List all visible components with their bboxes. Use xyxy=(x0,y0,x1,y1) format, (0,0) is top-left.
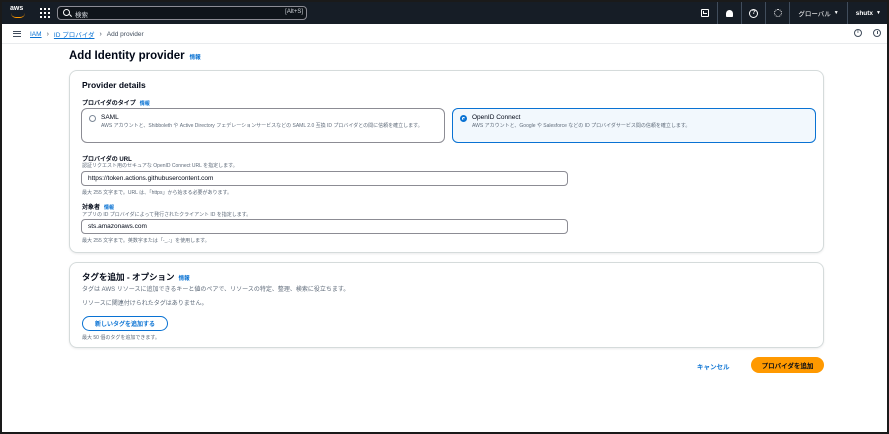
help-icon: ? xyxy=(749,8,759,18)
cloudshell-button[interactable] xyxy=(693,2,717,24)
provider-type-label: プロバイダのタイプ 情報 xyxy=(82,98,150,107)
cancel-button[interactable]: キャンセル xyxy=(697,361,730,371)
saml-description: AWS アカウントと、Shibboleth や Active Directory… xyxy=(101,123,423,129)
oidc-description: AWS アカウントと、Google や Salesforce などの ID プロ… xyxy=(472,123,691,129)
search-input[interactable]: 検索 xyxy=(75,9,88,19)
account-label: shutx xyxy=(855,9,874,17)
tags-description: タグは AWS リソースに追加できるキーと値のペアで、リソースの特定、整理、検索… xyxy=(82,287,350,293)
help-button[interactable]: ? xyxy=(741,2,765,24)
aws-logo[interactable]: aws xyxy=(10,5,28,21)
breadcrumb-iam[interactable]: IAM xyxy=(30,31,42,38)
oidc-title: OpenID Connect xyxy=(472,114,521,121)
audience-input[interactable]: sts.amazonaws.com xyxy=(81,219,568,234)
provider-type-oidc-tile[interactable]: OpenID Connect AWS アカウントと、Google や Sales… xyxy=(452,108,816,143)
tags-empty-state: リソースに関連付けられたタグはありません。 xyxy=(82,301,208,307)
provider-url-description: 認証リクエスト用のセキュアな OpenID Connect URL を指定します… xyxy=(82,163,238,169)
browser-frame: aws 検索 [Alt+S] ? グローバル ▼ shutx ▼ IAM › I… xyxy=(2,2,887,432)
provider-url-constraint: 最大 255 文字まで。URL は、「https」から始まる必要があります。 xyxy=(82,190,232,196)
provider-details-title: Provider details xyxy=(82,80,146,90)
region-label: グローバル xyxy=(798,11,831,18)
tags-title-text: タグを追加 - オプション xyxy=(82,272,175,282)
provider-type-info-link[interactable]: 情報 xyxy=(140,100,150,107)
caret-down-icon: ▼ xyxy=(876,10,881,16)
breadcrumb-current: Add provider xyxy=(106,30,144,38)
chevron-right-icon: › xyxy=(99,30,102,38)
clock-icon[interactable] xyxy=(873,29,881,37)
bell-icon xyxy=(726,9,734,17)
search-icon xyxy=(63,9,70,16)
breadcrumb-bar: IAM › ID プロバイダ › Add provider i xyxy=(2,24,887,44)
notifications-button[interactable] xyxy=(717,2,741,24)
audience-constraint: 最大 255 文字まで。英数字または「-_.:」を使用します。 xyxy=(82,238,210,244)
aws-logo-text: aws xyxy=(10,5,24,12)
breadcrumb-tools: i xyxy=(854,29,881,37)
tags-info-link[interactable]: 情報 xyxy=(179,274,190,282)
audience-label: 対象者 情報 xyxy=(82,202,114,211)
oidc-radio[interactable] xyxy=(460,115,467,122)
provider-type-saml-tile[interactable]: SAML AWS アカウントと、Shibboleth や Active Dire… xyxy=(81,108,445,143)
services-grid-icon[interactable] xyxy=(40,8,50,18)
audience-description: アプリの ID プロバイダによって発行されたクライアント ID を指定します。 xyxy=(82,212,252,218)
settings-button[interactable] xyxy=(765,2,789,24)
region-selector[interactable]: グローバル ▼ xyxy=(789,2,846,24)
provider-url-input[interactable]: https://token.actions.githubusercontent.… xyxy=(81,171,568,186)
tags-card: タグを追加 - オプション 情報 タグは AWS リソースに追加できるキーと値の… xyxy=(69,262,824,348)
provider-type-label-text: プロバイダのタイプ xyxy=(82,101,136,107)
page-info-link[interactable]: 情報 xyxy=(190,53,201,61)
audience-info-link[interactable]: 情報 xyxy=(104,204,114,211)
audience-label-text: 対象者 xyxy=(82,205,101,211)
nav-right-group: ? グローバル ▼ shutx ▼ xyxy=(693,2,887,24)
info-icon[interactable]: i xyxy=(854,29,862,37)
menu-icon[interactable] xyxy=(13,31,21,37)
gear-icon xyxy=(773,9,782,17)
breadcrumb: IAM › ID プロバイダ › Add provider xyxy=(30,29,144,40)
top-navigation: aws 検索 [Alt+S] ? グローバル ▼ shutx ▼ xyxy=(2,2,887,24)
chevron-right-icon: › xyxy=(46,30,49,38)
caret-down-icon: ▼ xyxy=(833,10,839,16)
cloudshell-icon xyxy=(701,9,710,17)
page-title: Add Identity provider 情報 xyxy=(69,50,201,62)
search-bar[interactable]: 検索 [Alt+S] xyxy=(57,6,307,20)
account-menu[interactable]: shutx ▼ xyxy=(846,2,887,24)
aws-smile-icon xyxy=(11,13,25,18)
saml-title: SAML xyxy=(101,114,119,121)
add-tag-button[interactable]: 新しいタグを追加する xyxy=(82,316,168,331)
add-provider-button[interactable]: プロバイダを追加 xyxy=(751,357,824,373)
page-title-text: Add Identity provider xyxy=(69,50,185,62)
search-shortcut-hint: [Alt+S] xyxy=(285,9,303,15)
saml-radio[interactable] xyxy=(89,115,96,122)
tags-limit: 最大 50 個のタグを追加できます。 xyxy=(82,335,160,341)
breadcrumb-identity-providers[interactable]: ID プロバイダ xyxy=(54,29,95,39)
tags-title: タグを追加 - オプション 情報 xyxy=(82,271,190,283)
provider-details-card: Provider details プロバイダのタイプ 情報 SAML AWS ア… xyxy=(69,70,824,253)
